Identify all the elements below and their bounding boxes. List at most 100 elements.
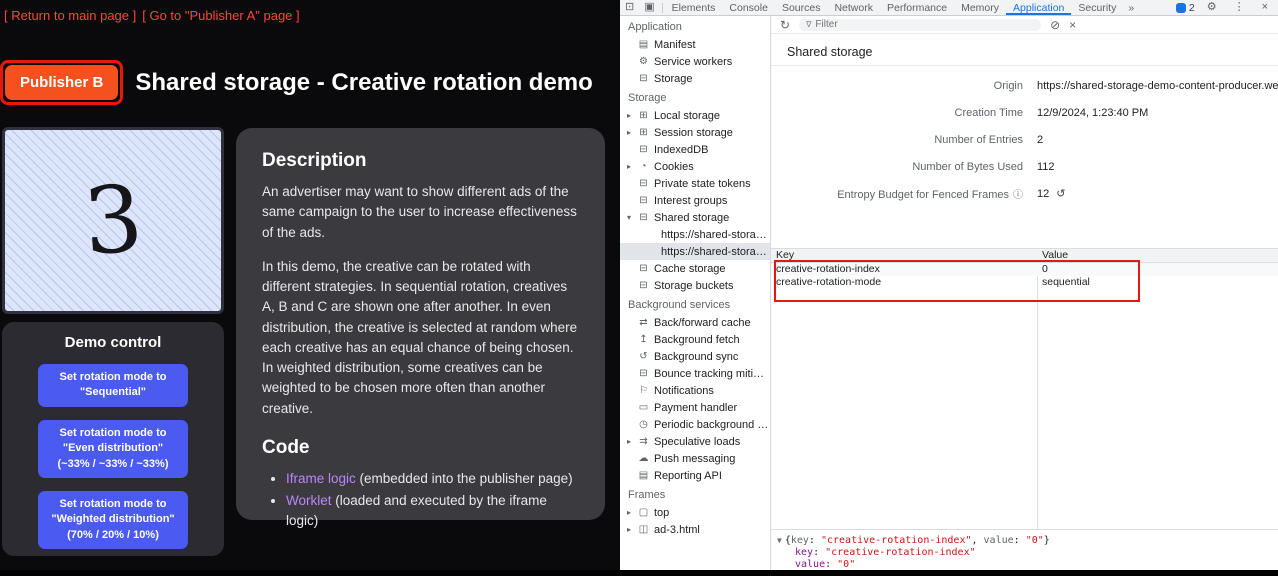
gear-icon: ⚙ xyxy=(637,56,650,67)
tab-application[interactable]: Application xyxy=(1006,0,1071,15)
sidebar-item-session-storage[interactable]: ▸⊞Session storage xyxy=(620,124,770,141)
table-icon: ⊞ xyxy=(637,110,650,121)
sidebar-item-label: Manifest xyxy=(654,39,696,51)
ad-creative-iframe[interactable]: 3 xyxy=(2,127,224,314)
device-toolbar-icon[interactable]: ▣ xyxy=(639,2,659,13)
preview-text: } xyxy=(1044,535,1050,546)
more-tabs-icon[interactable]: » xyxy=(1123,2,1139,14)
chevron-down-icon[interactable]: ▾ xyxy=(627,213,637,222)
sidebar-item-reporting-api[interactable]: ▤Reporting API xyxy=(620,467,770,484)
sidebar-item-back-forward-cache[interactable]: ⇄Back/forward cache xyxy=(620,314,770,331)
kebab-menu-icon[interactable]: ⋮ xyxy=(1229,2,1250,13)
triangle-down-icon[interactable]: ▼ xyxy=(777,536,782,545)
backforward-icon: ⇄ xyxy=(637,317,650,328)
tab-memory[interactable]: Memory xyxy=(954,0,1006,15)
top-link-2[interactable]: [ Go to "Publisher A" page ] xyxy=(142,8,299,23)
sidebar-item-notifications[interactable]: ⚐Notifications xyxy=(620,382,770,399)
rotation-mode-button-1[interactable]: Set rotation mode to "Sequential" xyxy=(38,364,188,407)
metadata-row: Number of Entries2 xyxy=(771,126,1278,153)
inspect-icon[interactable]: ⊡ xyxy=(620,2,639,13)
sidebar-item-push-messaging[interactable]: ☁Push messaging xyxy=(620,450,770,467)
database-icon: ⊟ xyxy=(637,73,650,84)
chevron-right-icon[interactable]: ▸ xyxy=(627,437,637,446)
code-link-worklet[interactable]: Worklet xyxy=(286,493,332,508)
publisher-b-button[interactable]: Publisher B xyxy=(5,65,118,100)
sidebar-item-top[interactable]: ▸▢top xyxy=(620,504,770,521)
sidebar-item-background-fetch[interactable]: ↥ Background fetch xyxy=(620,331,770,348)
preview-summary[interactable]: ▼{key: "creative-rotation-index", value:… xyxy=(777,535,1272,547)
sidebar-item-storage[interactable]: ⊟Storage xyxy=(620,70,770,87)
rotation-mode-button-3[interactable]: Set rotation mode to "Weighted distribut… xyxy=(38,491,188,549)
sidebar-item-indexeddb[interactable]: ⊟IndexedDB xyxy=(620,141,770,158)
sidebar-item-shared-storage[interactable]: ▾⊟ Shared storage xyxy=(620,209,770,226)
code-list-item: Iframe logic (embedded into the publishe… xyxy=(286,469,579,489)
creative-number: 3 xyxy=(81,173,146,269)
sidebar-item-payment-handler[interactable]: ▭Payment handler xyxy=(620,399,770,416)
gear-icon[interactable]: ⚙ xyxy=(1202,2,1222,13)
demo-control-buttons: Set rotation mode to "Sequential" Set rot… xyxy=(2,364,224,549)
sidebar-item-local-storage[interactable]: ▸⊞ Local storage xyxy=(620,107,770,124)
bell-icon: ⚐ xyxy=(637,385,650,396)
sidebar-item-label: Service workers xyxy=(654,56,732,68)
chevron-right-icon[interactable]: ▸ xyxy=(627,111,637,120)
sidebar-item-label: Cookies xyxy=(654,161,694,173)
sidebar-item-speculative-loads[interactable]: ▸⇉ Speculative loads xyxy=(620,433,770,450)
sidebar-item-ad-3-html[interactable]: ▸◫ad-3.html xyxy=(620,521,770,538)
preview-text: , xyxy=(971,535,983,546)
reset-budget-icon[interactable]: ↺ xyxy=(1056,187,1065,200)
sidebar-item-cache-storage[interactable]: ⊟Cache storage xyxy=(620,260,770,277)
tab-console[interactable]: Console xyxy=(722,0,775,15)
sidebar-item-storage-buckets[interactable]: ⊟Storage buckets xyxy=(620,277,770,294)
sidebar-item-private-state-tokens[interactable]: ⊟Private state tokens xyxy=(620,175,770,192)
sidebar-item-service-workers[interactable]: ⚙ Service workers xyxy=(620,53,770,70)
chevron-right-icon[interactable]: ▸ xyxy=(627,162,637,171)
tabbar-right-controls: 2 ⚙ ⋮ × xyxy=(1176,2,1278,14)
sidebar-item-label: Bounce tracking mitiga… xyxy=(654,368,770,380)
metadata-value: 12↺ xyxy=(1023,187,1065,200)
tab-security[interactable]: Security xyxy=(1071,0,1123,15)
sidebar-item-https-shared-storage-d[interactable]: https://shared-storage-d… xyxy=(620,226,770,243)
sidebar-item-https-shared-storage-d[interactable]: https://shared-storage-d… xyxy=(620,243,770,260)
code-link-iframe-logic[interactable]: Iframe logic xyxy=(286,471,356,486)
chevron-right-icon[interactable]: ▸ xyxy=(627,508,637,517)
demo-control-title: Demo control xyxy=(2,322,224,351)
tab-elements[interactable]: Elements xyxy=(665,0,723,15)
metadata-value: https://shared-storage-demo-content-prod… xyxy=(1023,80,1278,92)
sidebar-item-label: https://shared-storage-d… xyxy=(661,246,770,258)
filter-box[interactable]: ∇ xyxy=(799,19,1041,31)
annotation-box-publisher: Publisher B xyxy=(0,60,123,105)
messages-badge[interactable]: 2 xyxy=(1176,2,1195,14)
demo-control-panel: Demo control Set rotation mode to "Seque… xyxy=(2,322,224,556)
preview-string: "0" xyxy=(837,559,855,570)
sidebar-item-label: Background fetch xyxy=(654,334,740,346)
sidebar-item-interest-groups[interactable]: ⊟Interest groups xyxy=(620,192,770,209)
tab-network[interactable]: Network xyxy=(827,0,880,15)
rotation-mode-button-2[interactable]: Set rotation mode to "Even distribution"… xyxy=(38,420,188,478)
sidebar-item-label: IndexedDB xyxy=(654,144,708,156)
tab-sources[interactable]: Sources xyxy=(775,0,828,15)
top-link-1[interactable]: [ Return to main page ] xyxy=(4,8,136,23)
sidebar-item-label: Shared storage xyxy=(654,212,729,224)
refresh-icon[interactable]: ↻ xyxy=(780,19,790,31)
chevron-right-icon[interactable]: ▸ xyxy=(627,128,637,137)
info-icon[interactable]: ⓘ xyxy=(1013,190,1023,201)
cloud-icon: ☁ xyxy=(637,453,650,464)
preview-key: key xyxy=(791,535,809,546)
sidebar-item-background-sync[interactable]: ↺Background sync xyxy=(620,348,770,365)
filter-input[interactable] xyxy=(815,19,985,30)
delete-icon[interactable]: × xyxy=(1069,19,1076,31)
database-icon: ⊟ xyxy=(637,212,650,223)
loads-icon: ⇉ xyxy=(637,436,650,447)
fetch-icon: ↥ xyxy=(637,334,650,345)
clear-all-icon[interactable]: ⊘ xyxy=(1050,19,1060,31)
tab-performance[interactable]: Performance xyxy=(880,0,954,15)
close-icon[interactable]: × xyxy=(1257,2,1273,13)
sidebar-item-cookies[interactable]: ▸◔Cookies xyxy=(620,158,770,175)
sidebar-item-periodic-background-s[interactable]: ◷Periodic background s… xyxy=(620,416,770,433)
chevron-right-icon[interactable]: ▸ xyxy=(627,525,637,534)
sidebar-item-bounce-tracking-mitiga[interactable]: ⊟Bounce tracking mitiga… xyxy=(620,365,770,382)
sidebar-item-label: Local storage xyxy=(654,110,720,122)
sidebar-item-manifest[interactable]: ▤Manifest xyxy=(620,36,770,53)
sidebar-item-label: Speculative loads xyxy=(654,436,740,448)
sidebar-item-label: ad-3.html xyxy=(654,524,700,536)
